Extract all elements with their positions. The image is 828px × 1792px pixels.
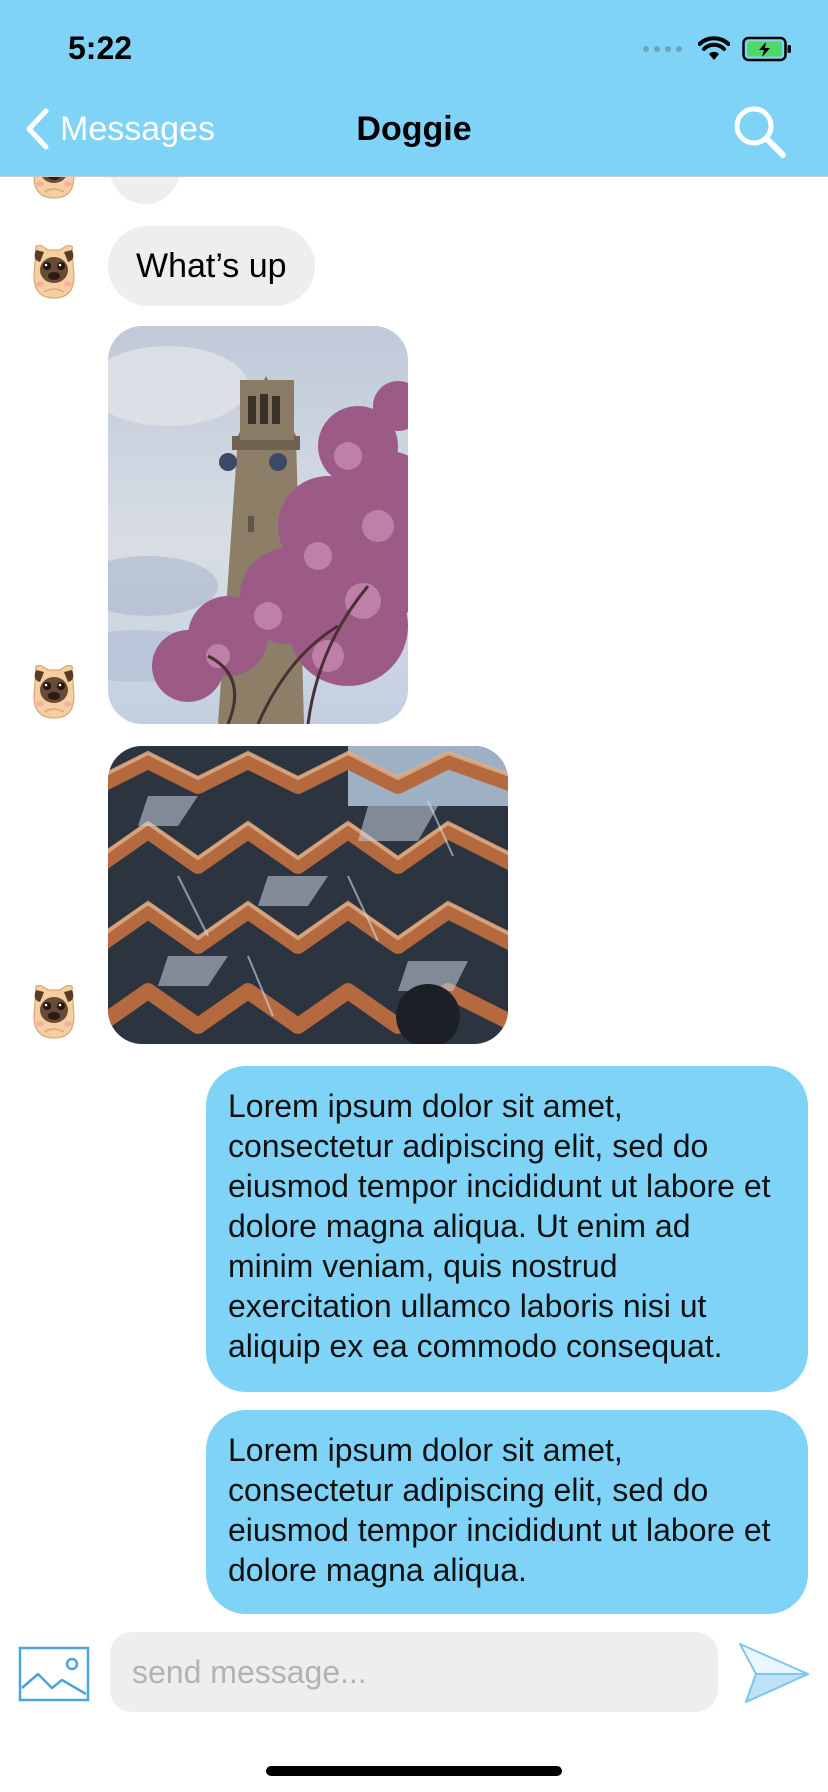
wifi-icon xyxy=(698,36,730,60)
avatar[interactable] xyxy=(30,980,78,1040)
home-indicator xyxy=(266,1766,562,1776)
image-icon xyxy=(18,1646,90,1702)
chevron-left-icon xyxy=(26,108,49,150)
photo-message-clock-tower[interactable] xyxy=(108,326,408,724)
search-button[interactable] xyxy=(732,104,788,160)
battery-icon xyxy=(742,36,791,62)
incoming-message-bubble: What’s up xyxy=(108,226,315,306)
back-button[interactable]: Messages xyxy=(24,108,215,150)
send-button[interactable] xyxy=(736,1640,812,1704)
search-icon xyxy=(734,106,786,158)
message-text: Lorem ipsum dolor sit amet, consectetur … xyxy=(228,1088,771,1364)
outgoing-message-bubble: Lorem ipsum dolor sit amet, consectetur … xyxy=(206,1410,808,1614)
cellular-signal-icon xyxy=(643,46,682,52)
clock-tower-photo xyxy=(108,326,408,724)
status-time: 5:22 xyxy=(68,30,133,66)
back-button-label: Messages xyxy=(60,109,215,148)
message-text: Lorem ipsum dolor sit amet, consectetur … xyxy=(228,1432,771,1588)
avatar[interactable] xyxy=(30,240,78,300)
avatar[interactable] xyxy=(30,660,78,720)
paper-plane-icon xyxy=(739,1643,809,1703)
message-input-container xyxy=(110,1632,718,1712)
status-indicators xyxy=(643,34,792,64)
photo-message-vessel[interactable] xyxy=(108,746,508,1044)
attach-image-button[interactable] xyxy=(18,1644,90,1704)
message-input[interactable] xyxy=(110,1632,718,1712)
nav-header: 5:22 Messages Doggie xyxy=(0,0,828,177)
outgoing-message-bubble: Lorem ipsum dolor sit amet, consectetur … xyxy=(206,1066,808,1392)
vessel-photo xyxy=(108,746,508,1044)
message-text: What’s up xyxy=(136,247,287,285)
